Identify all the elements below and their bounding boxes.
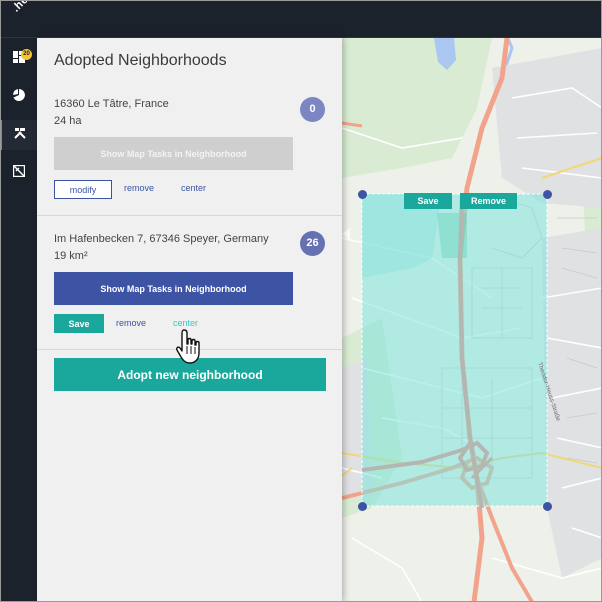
tools-icon [13, 126, 26, 144]
divider [37, 215, 342, 216]
center-link[interactable]: center [173, 318, 198, 328]
remove-link[interactable]: remove [124, 183, 154, 193]
here-logo[interactable]: .here [10, 0, 39, 14]
show-map-tasks-button[interactable]: Show Map Tasks in Neighborhood [54, 272, 293, 305]
panel-title: Adopted Neighborhoods [54, 52, 227, 69]
task-count-badge: 0 [300, 97, 325, 122]
nav-item-dashboard[interactable]: 20 [0, 44, 37, 74]
nav-item-map-tasks[interactable] [0, 158, 37, 188]
map-remove-button[interactable]: Remove [460, 193, 517, 209]
hand-pointer-cursor-icon [175, 328, 207, 366]
selection-handle-bottom-left[interactable] [358, 502, 367, 511]
map-save-button[interactable]: Save [404, 193, 452, 209]
top-bar: .here [0, 0, 602, 38]
show-map-tasks-button[interactable]: Show Map Tasks in Neighborhood [54, 137, 293, 170]
map-view[interactable]: Theodor-Heuss-Straße Save Remove [342, 38, 602, 602]
neighborhood-area: 24 ha [54, 115, 82, 127]
pie-chart-icon [12, 88, 25, 106]
neighborhoods-panel: Adopted Neighborhoods 16360 Le Tâtre, Fr… [37, 38, 342, 602]
neighborhood-address: 16360 Le Tâtre, France [54, 98, 169, 110]
nav-item-statistics[interactable] [0, 82, 37, 112]
map-canvas: Theodor-Heuss-Straße [342, 38, 602, 602]
left-nav: 20 [0, 38, 37, 602]
notification-badge: 20 [21, 49, 32, 60]
modify-button[interactable]: modify [54, 180, 112, 199]
map-tasks-icon [12, 164, 25, 182]
selection-handle-top-left[interactable] [358, 190, 367, 199]
nav-item-tools[interactable] [0, 120, 37, 150]
neighborhood-area: 19 km² [54, 250, 88, 262]
neighborhood-address: Im Hafenbecken 7, 67346 Speyer, Germany [54, 233, 269, 245]
remove-link[interactable]: remove [116, 318, 146, 328]
selection-handle-top-right[interactable] [543, 190, 552, 199]
selection-handle-bottom-right[interactable] [543, 502, 552, 511]
task-count-badge: 26 [300, 231, 325, 256]
save-button[interactable]: Save [54, 314, 104, 333]
center-link[interactable]: center [181, 183, 206, 193]
